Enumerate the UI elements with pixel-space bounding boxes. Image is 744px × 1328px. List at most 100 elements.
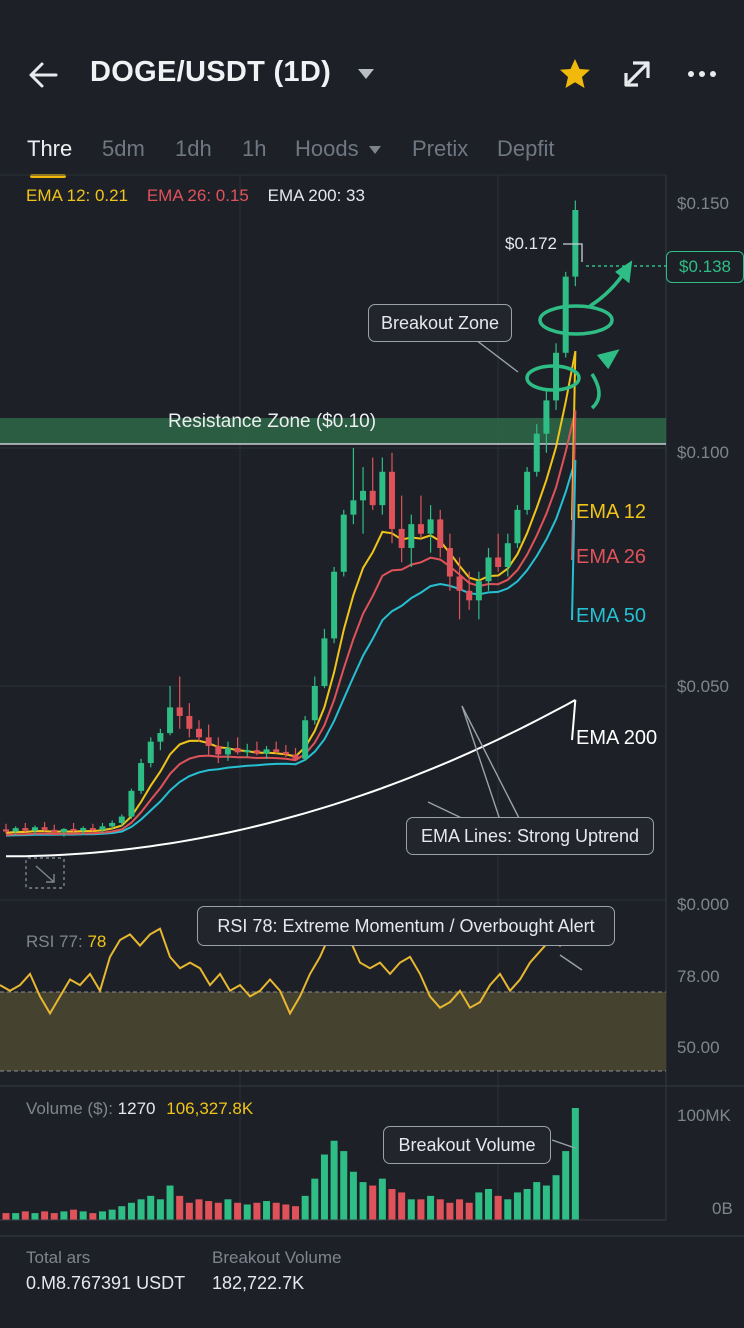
candle xyxy=(340,514,347,572)
candle xyxy=(70,828,77,831)
volume-bar xyxy=(70,1209,78,1220)
candle xyxy=(427,519,434,534)
current-price-tag: $0.138 xyxy=(666,251,744,283)
volume-bar xyxy=(349,1171,357,1220)
volume-bar xyxy=(12,1213,20,1220)
candle xyxy=(369,490,376,506)
breakout-volume-label: Breakout Volume xyxy=(212,1248,342,1267)
volume-bar xyxy=(542,1185,550,1220)
candle xyxy=(514,509,521,544)
candle xyxy=(417,524,424,534)
candle xyxy=(224,748,231,755)
breakout-swirls xyxy=(525,260,633,410)
volume-bar xyxy=(60,1211,68,1220)
candle xyxy=(379,471,386,506)
volume-bar xyxy=(485,1188,492,1220)
candle xyxy=(311,686,318,721)
volume-value-2: 106,327.8K xyxy=(166,1099,254,1118)
volume-bar xyxy=(340,1151,348,1220)
volume-bar xyxy=(99,1211,106,1220)
volume-value-1: 1270 xyxy=(117,1099,156,1118)
volume-bar xyxy=(523,1188,531,1220)
candle xyxy=(244,750,251,753)
volume-bar xyxy=(21,1211,29,1220)
candle xyxy=(408,524,415,548)
candle xyxy=(118,816,125,823)
candle xyxy=(533,433,540,472)
volume-bar xyxy=(407,1199,415,1220)
candle xyxy=(215,745,222,755)
volume-bar xyxy=(118,1206,126,1220)
candle xyxy=(292,754,299,759)
volume-bar xyxy=(330,1140,338,1220)
candle xyxy=(437,519,444,548)
rsi-label: RSI 77: 78 xyxy=(26,932,106,952)
volume-bar xyxy=(282,1204,290,1220)
volume-bar xyxy=(369,1185,377,1220)
candle xyxy=(51,829,58,833)
volume-bar xyxy=(195,1199,203,1220)
volume-bar xyxy=(446,1202,454,1220)
candle xyxy=(495,557,502,567)
candle xyxy=(302,720,309,759)
price-tick-0150: $0.150 xyxy=(677,194,729,213)
volume-bar xyxy=(108,1209,116,1220)
volume-bar xyxy=(465,1202,473,1220)
candle xyxy=(331,571,338,639)
volume-bar xyxy=(234,1202,242,1220)
ema-12-legend: EMA 12: 0.21 xyxy=(26,186,129,205)
candle xyxy=(253,750,260,754)
volume-bar xyxy=(378,1178,386,1220)
volume-bar xyxy=(513,1192,521,1220)
candle xyxy=(321,638,328,686)
candle xyxy=(12,828,19,832)
rsi-level-78: 78.00 xyxy=(677,967,720,986)
candle xyxy=(446,547,453,577)
candle xyxy=(147,741,154,764)
rsi-overbought-band xyxy=(0,992,666,1071)
price-tick-0050: $0.050 xyxy=(677,677,729,696)
candle xyxy=(504,543,511,567)
candle xyxy=(60,828,67,833)
volume-bar xyxy=(89,1213,97,1220)
volume-bar xyxy=(156,1199,164,1220)
candle xyxy=(176,707,183,716)
volume-bar xyxy=(243,1204,251,1220)
candle xyxy=(466,590,473,601)
volume-bar xyxy=(214,1202,222,1220)
candle xyxy=(234,748,241,753)
candle xyxy=(282,751,289,755)
volume-bar xyxy=(50,1213,58,1220)
candle xyxy=(389,471,395,529)
rsi-label-text: RSI 77: xyxy=(26,932,83,951)
volume-bar xyxy=(224,1199,232,1220)
candle xyxy=(553,352,560,401)
candle xyxy=(205,737,212,746)
candle xyxy=(99,826,106,830)
volume-bar xyxy=(147,1195,155,1220)
volume-bar xyxy=(388,1188,396,1220)
cursor-icon xyxy=(25,857,65,889)
candle xyxy=(360,490,367,501)
ema-26-legend: EMA 26: 0.15 xyxy=(146,186,249,205)
volume-bar xyxy=(456,1199,464,1220)
candle xyxy=(157,733,164,742)
volume-bar xyxy=(398,1192,406,1220)
ema-200-label: EMA 200 xyxy=(576,727,658,749)
candle xyxy=(263,749,270,754)
volume-bar xyxy=(320,1154,328,1220)
candle xyxy=(572,210,579,277)
candle xyxy=(524,471,531,510)
volume-bars xyxy=(2,1108,579,1220)
breakout-volume-callout: Breakout Volume xyxy=(383,1126,551,1164)
candle xyxy=(128,790,135,817)
candle xyxy=(167,707,174,734)
volume-label: Volume ($): 1270 106,327.8K xyxy=(26,1099,253,1119)
total-label: Total ars xyxy=(26,1248,91,1267)
volume-bar xyxy=(311,1178,319,1220)
volume-bar xyxy=(552,1175,560,1220)
candle xyxy=(31,827,38,831)
candles xyxy=(3,200,579,837)
volume-bar xyxy=(127,1202,135,1220)
candle xyxy=(456,576,463,591)
